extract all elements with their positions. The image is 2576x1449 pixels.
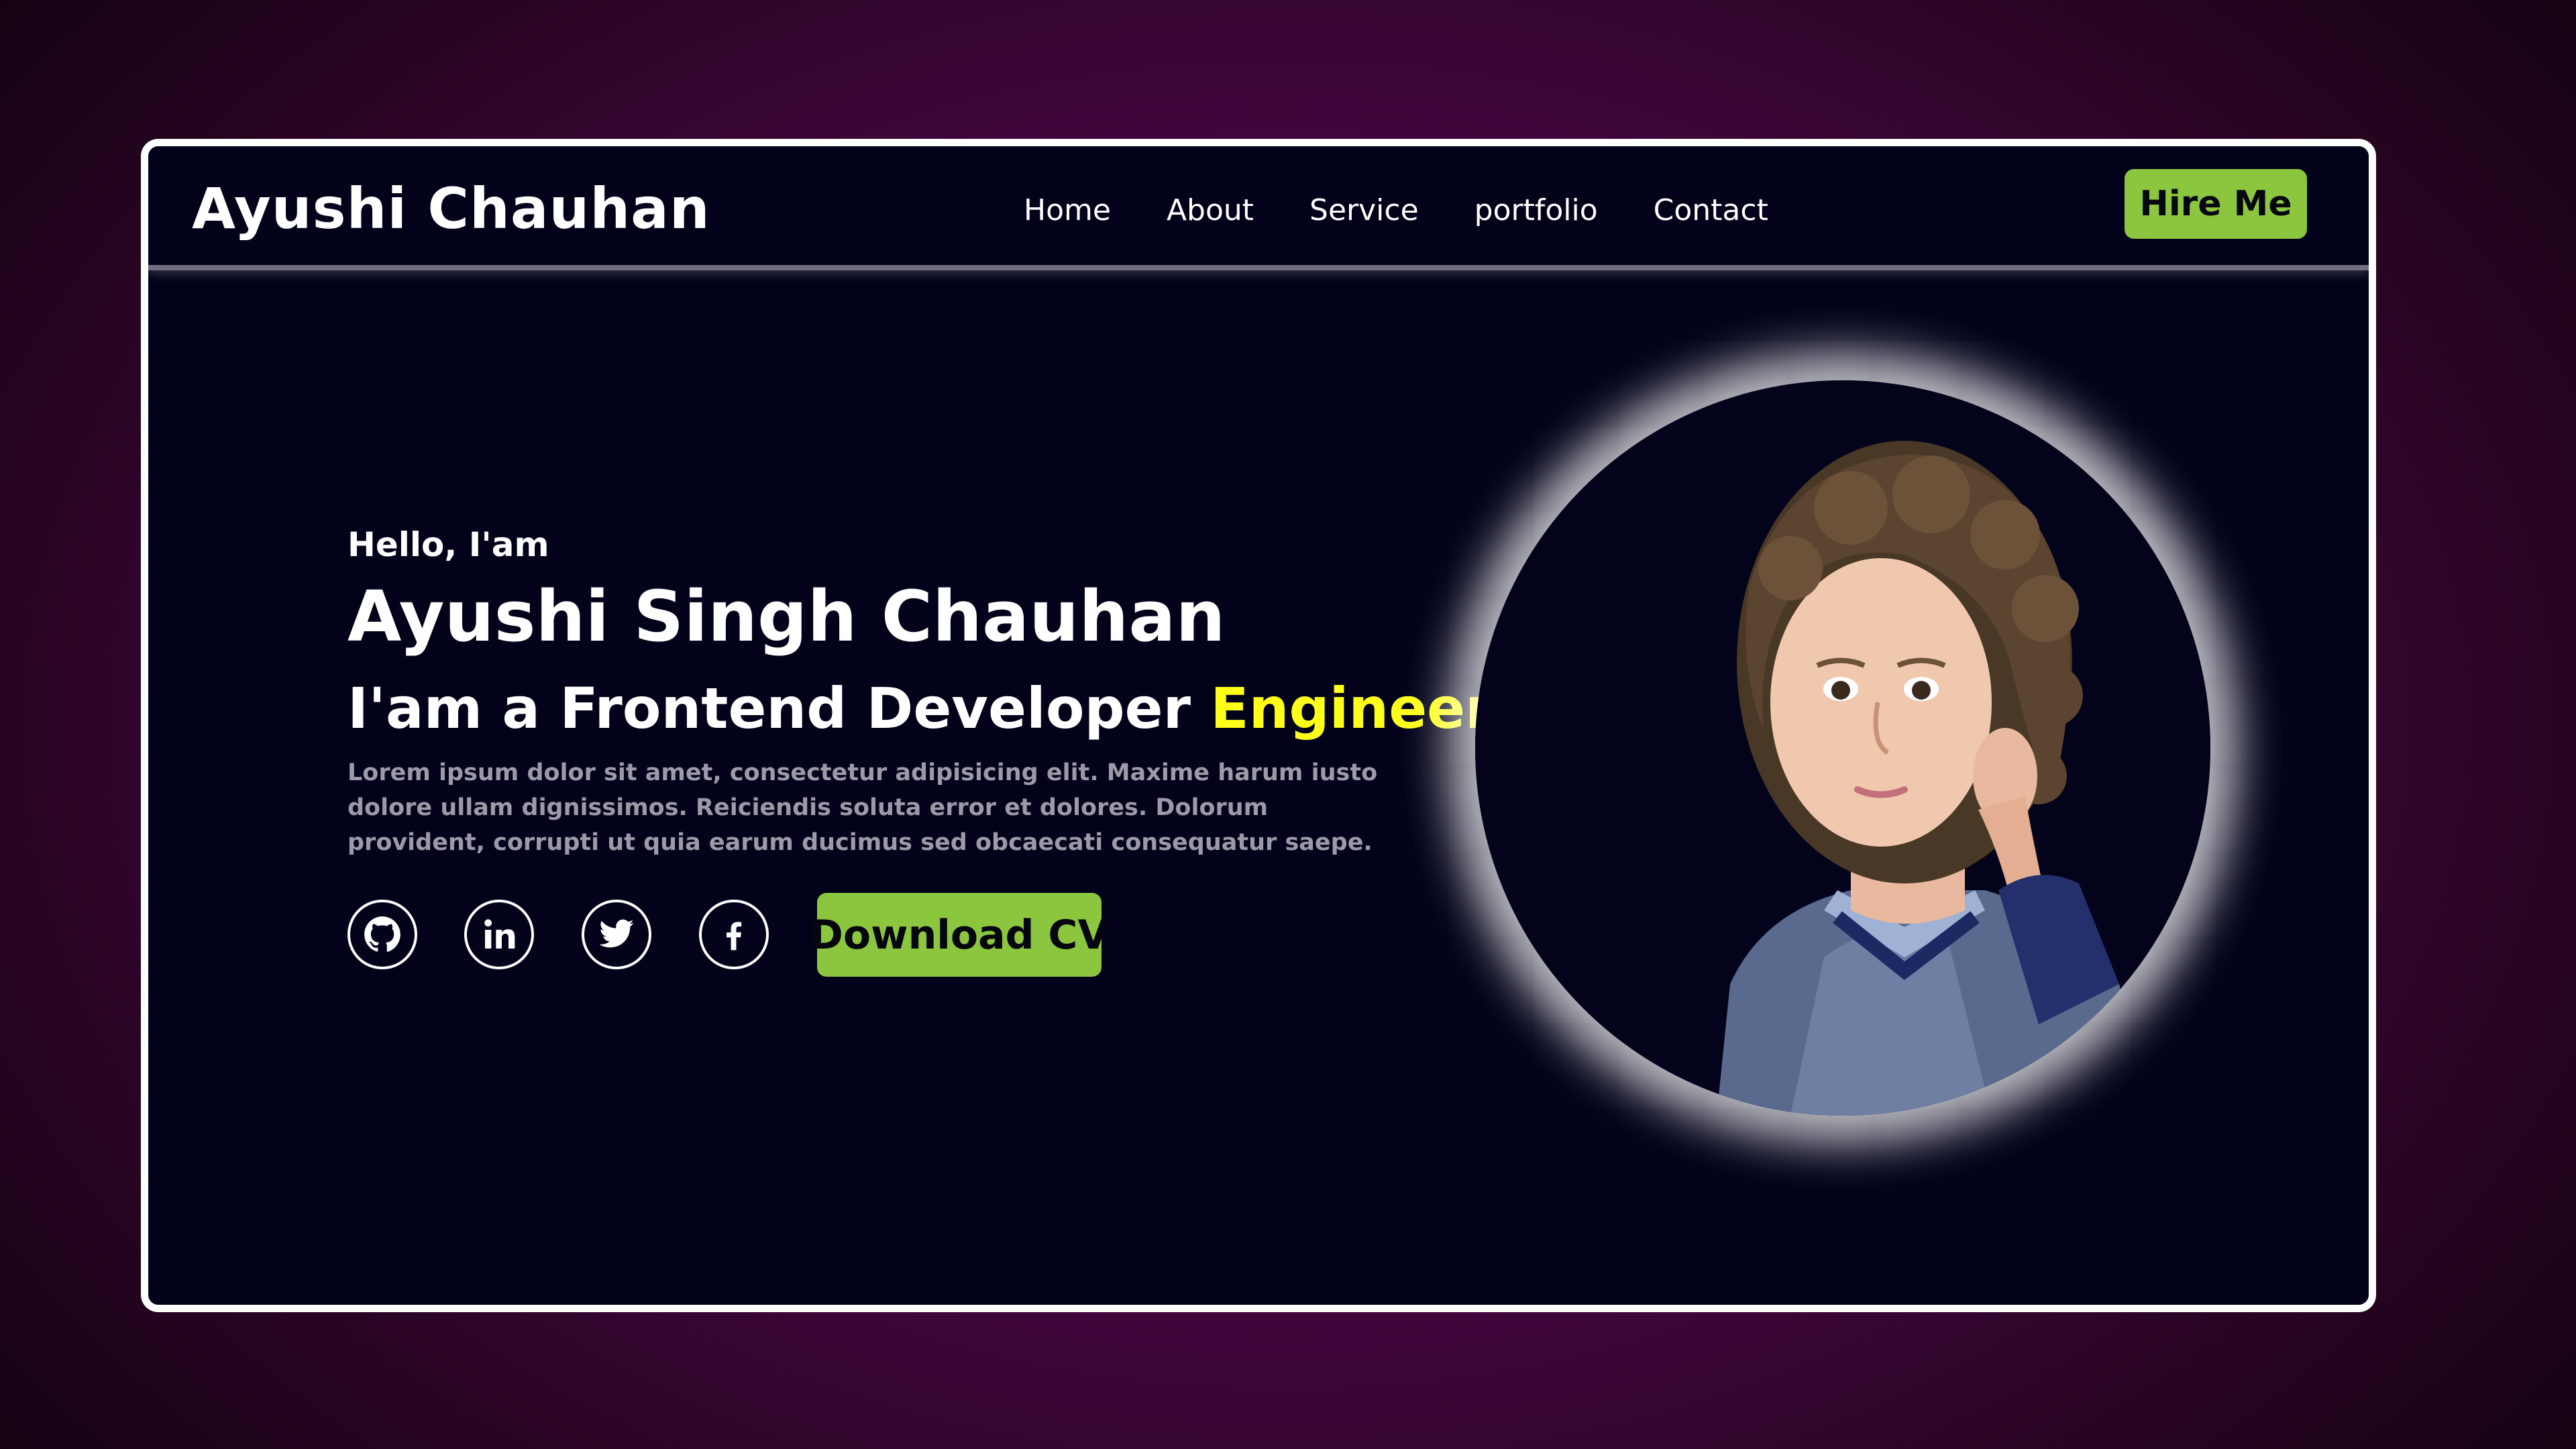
nav-link-service[interactable]: Service	[1309, 193, 1419, 227]
navbar: Ayushi Chauhan Home About Service portfo…	[148, 146, 2369, 270]
hire-me-button[interactable]: Hire Me	[2125, 169, 2307, 239]
hero-name: Ayushi Singh Chauhan	[347, 576, 1226, 657]
linkedin-icon[interactable]	[464, 900, 534, 969]
linkedin-glyph	[484, 919, 515, 949]
download-cv-button[interactable]: Download CV	[810, 893, 1109, 977]
hero-role-accent: Engineer	[1210, 676, 1493, 741]
facebook-icon[interactable]	[699, 900, 769, 969]
profile-illustration	[1475, 380, 2210, 1116]
nav-menu: Home About Service portfolio Contact	[1024, 193, 1768, 227]
twitter-icon[interactable]	[582, 900, 651, 969]
nav-link-contact[interactable]: Contact	[1654, 193, 1768, 227]
profile-photo	[1475, 380, 2210, 1116]
facebook-glyph	[727, 922, 742, 951]
nav-link-about[interactable]: About	[1167, 193, 1254, 227]
github-glyph	[364, 916, 400, 952]
hero-role: I'am a Frontend Developer Engineer	[347, 676, 1493, 741]
hero-role-prefix: I'am a Frontend Developer	[347, 676, 1191, 741]
site-logo[interactable]: Ayushi Chauhan	[192, 176, 710, 241]
page-frame: Ayushi Chauhan Home About Service portfo…	[141, 139, 2376, 1312]
nav-link-home[interactable]: Home	[1024, 193, 1111, 227]
github-icon[interactable]	[347, 900, 417, 969]
hero-description: Lorem ipsum dolor sit amet, consectetur …	[347, 759, 1378, 856]
nav-link-portfolio[interactable]: portfolio	[1474, 193, 1598, 227]
twitter-glyph	[599, 919, 634, 948]
hero-greeting: Hello, I'am	[347, 525, 549, 564]
